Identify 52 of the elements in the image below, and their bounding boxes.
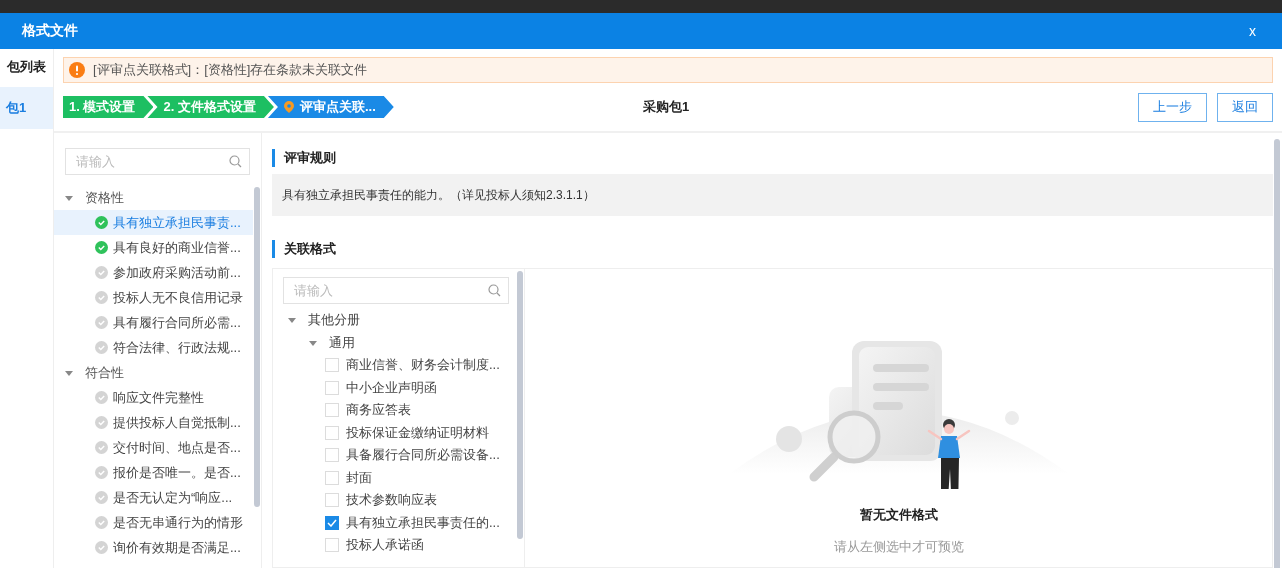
tree-item[interactable]: 是否无认定为“响应... [54,485,253,510]
warning-icon [69,62,85,78]
search-field[interactable]: 请输入 [283,277,509,304]
caret-icon[interactable] [65,193,73,202]
scrollbar[interactable] [254,187,260,507]
tree-item-label[interactable]: 具备履行合同所必需设备... [346,446,500,465]
rule-text: 具有独立承担民事责任的能力。（详见投标人须知2.3.1.1） [282,186,595,204]
tree-folder-label[interactable]: 通用 [329,333,355,352]
tree-item-label[interactable]: 投标人承诺函 [346,536,424,555]
action-button[interactable]: 返回 [1217,92,1273,122]
tree-item[interactable]: 询价有效期是否满足... [54,535,253,560]
location-pin-icon [283,101,294,113]
tree-folder-label[interactable]: 其他分册 [308,311,360,330]
scrollbar[interactable] [517,271,523,539]
scrollbar[interactable] [1274,139,1280,568]
caret-icon[interactable] [288,316,296,325]
alert-message: [评审点关联格式]：[资格性]存在条款未关联文件 [93,61,368,79]
search-icon [488,284,501,297]
tree-item[interactable]: 具有独立承担民事责... [54,210,253,235]
search-field[interactable]: 请输入 [65,148,250,175]
tree-item-label[interactable]: 具有独立承担民事责任的... [346,513,500,532]
action-button[interactable]: 上一步 [1138,92,1207,122]
tree-item[interactable]: 投标人无不良信用记录 [54,285,253,310]
tree-item[interactable]: 是否无串通行为的情形 [54,510,253,535]
tree-item-label[interactable]: 技术参数响应表 [346,491,437,510]
window-title: 格式文件 [22,22,78,40]
step-tab[interactable]: 评审点关联... [267,96,394,118]
tree-item[interactable]: 具有良好的商业信誉... [54,235,253,260]
tree-group-label[interactable]: 符合性 [85,363,124,382]
close-button[interactable]: x [1245,23,1260,39]
tree-group-label[interactable]: 资格性 [85,188,124,207]
tree-item[interactable]: 响应文件完整性 [54,385,253,410]
tree-item-label[interactable]: 投标保证金缴纳证明材料 [346,423,489,442]
tree-item-label[interactable]: 中小企业声明函 [346,378,437,397]
sidebar-item[interactable]: 包1 [0,87,53,129]
checkbox[interactable] [325,515,339,530]
tree-item-label[interactable]: 封面 [346,468,372,487]
tree-item[interactable]: 参加政府采购活动前... [54,260,253,285]
package-title: 采购包1 [642,98,690,116]
tree-item[interactable]: 符合法律、行政法规... [54,335,253,360]
caret-icon[interactable] [309,338,317,347]
caret-icon[interactable] [65,368,73,377]
empty-state-title: 暂无文件格式 [859,506,938,524]
tree-item[interactable]: 交付时间、地点是否... [54,435,253,460]
tree-item-label[interactable]: 商务应答表 [346,401,411,420]
empty-state-hint: 请从左侧选中才可预览 [833,538,964,556]
tree-item[interactable]: 具有履行合同所必需... [54,310,253,335]
sidebar-header: 包列表 [6,58,47,76]
search-icon [229,155,242,168]
tree-item-label[interactable]: 商业信誉、财务会计制度... [346,356,500,375]
tree-item[interactable]: 报价是否唯一。是否... [54,460,253,485]
tree-item[interactable]: 提供投标人自觉抵制... [54,410,253,435]
